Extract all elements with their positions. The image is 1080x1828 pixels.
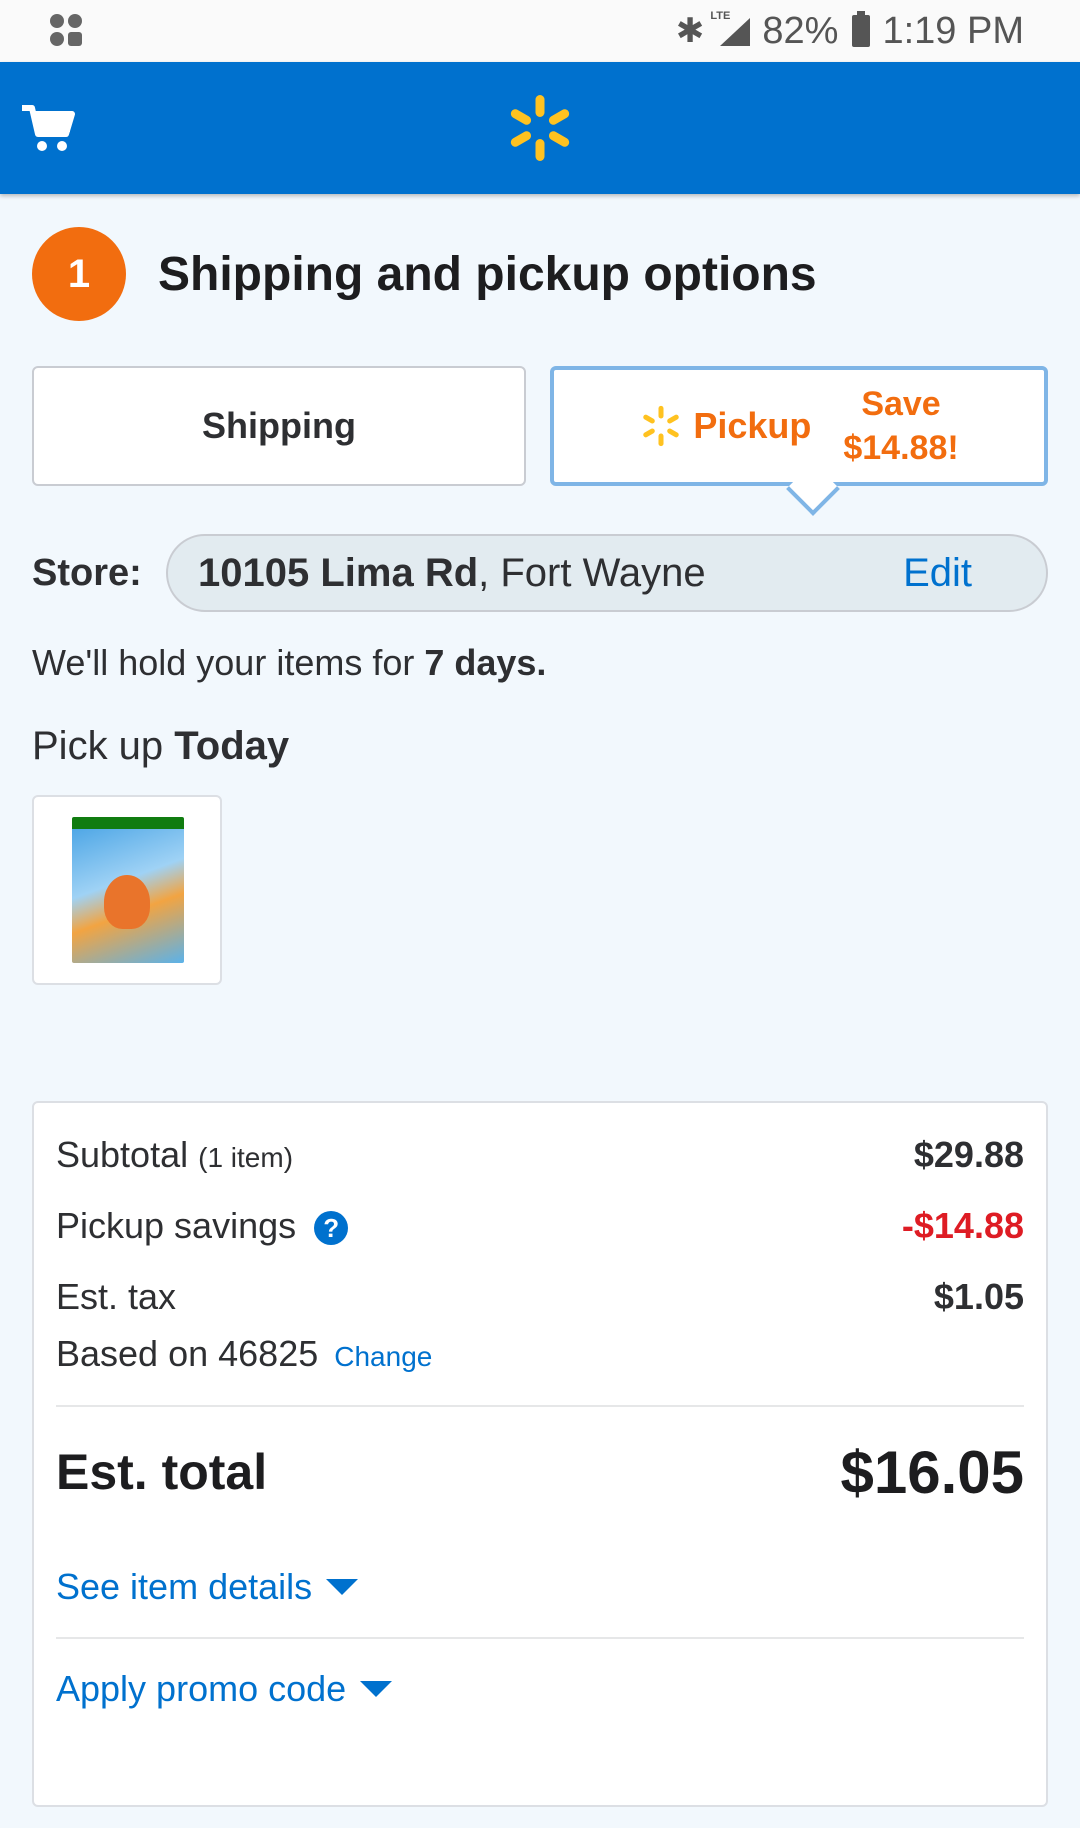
- pickup-option-button[interactable]: Pickup Save $14.88!: [550, 366, 1048, 486]
- shipping-option-button[interactable]: Shipping: [32, 366, 526, 486]
- store-city: , Fort Wayne: [478, 550, 706, 595]
- help-icon[interactable]: ?: [314, 1211, 349, 1246]
- savings-label: Pickup savings: [56, 1205, 297, 1246]
- caret-down-icon: [326, 1579, 359, 1595]
- subtotal-row: Subtotal (1 item) $29.88: [56, 1125, 1024, 1185]
- subtotal-label: Subtotal: [56, 1134, 189, 1175]
- lte-indicator: LTE: [710, 10, 731, 22]
- signal-icon: LTE: [710, 10, 751, 46]
- tax-zip: Based on 46825: [56, 1333, 319, 1374]
- fulfillment-options: Shipping Pickup Save $14.88!: [32, 366, 1048, 486]
- store-label: Store:: [32, 551, 142, 594]
- step-number-badge: 1: [32, 227, 126, 321]
- product-thumbnail[interactable]: [32, 795, 222, 985]
- spark-icon: [643, 405, 680, 447]
- item-details-toggle[interactable]: See item details: [56, 1537, 1024, 1637]
- hold-prefix: We'll hold your items for: [32, 642, 425, 683]
- change-zip-link[interactable]: Change: [334, 1341, 432, 1372]
- savings-value: -$14.88: [901, 1205, 1024, 1246]
- save-line-2: $14.88!: [843, 429, 959, 467]
- shipping-option-label: Shipping: [202, 405, 356, 446]
- cart-icon[interactable]: [20, 100, 76, 156]
- walmart-spark-icon[interactable]: [505, 93, 575, 163]
- store-row: Store: 10105 Lima Rd , Fort Wayne Edit: [32, 534, 1048, 612]
- tax-row: Est. tax $1.05: [56, 1267, 1024, 1327]
- pickup-when-prefix: Pick up: [32, 724, 175, 768]
- savings-row: Pickup savings ? -$14.88: [56, 1196, 1024, 1256]
- battery-icon: [852, 11, 871, 47]
- hold-days: 7 days.: [424, 642, 547, 683]
- item-details-label: See item details: [56, 1566, 313, 1607]
- pickup-savings-callout: Save $14.88!: [843, 382, 958, 470]
- order-summary: Subtotal (1 item) $29.88 Pickup savings …: [32, 1101, 1048, 1807]
- step-header: 1 Shipping and pickup options: [32, 227, 1048, 321]
- store-address: 10105 Lima Rd: [198, 550, 479, 595]
- checkout-content: 1 Shipping and pickup options Shipping P…: [0, 227, 1080, 1807]
- tax-label: Est. tax: [56, 1276, 177, 1317]
- pickup-option-label: Pickup: [693, 405, 812, 446]
- caret-down-icon: [360, 1681, 393, 1697]
- bluetooth-icon: ✱: [675, 12, 705, 50]
- clock: 1:19 PM: [882, 9, 1024, 52]
- store-selector[interactable]: 10105 Lima Rd , Fort Wayne Edit: [166, 534, 1048, 612]
- pickup-when: Pick up Today: [32, 724, 1048, 769]
- box-art-character: [104, 875, 150, 929]
- tax-basis: Based on 46825 Change: [56, 1333, 1024, 1375]
- total-label: Est. total: [56, 1444, 268, 1500]
- step-title: Shipping and pickup options: [158, 247, 817, 301]
- total-row: Est. total $16.05: [56, 1407, 1024, 1537]
- subtotal-value: $29.88: [913, 1134, 1024, 1175]
- app-header: [0, 62, 1080, 194]
- notification-icon: [50, 14, 86, 50]
- total-value: $16.05: [840, 1438, 1024, 1506]
- battery-percent: 82%: [762, 9, 839, 52]
- save-line-1: Save: [861, 385, 941, 423]
- pickup-when-day: Today: [174, 724, 290, 768]
- tax-value: $1.05: [933, 1276, 1024, 1317]
- status-bar: ✱ LTE 82% 1:19 PM: [0, 0, 1080, 62]
- promo-code-label: Apply promo code: [56, 1668, 347, 1709]
- promo-code-toggle[interactable]: Apply promo code: [56, 1639, 1024, 1739]
- game-box-art: [72, 817, 184, 963]
- subtotal-count: (1 item): [198, 1142, 294, 1173]
- edit-store-link[interactable]: Edit: [903, 551, 972, 596]
- hold-notice: We'll hold your items for 7 days.: [32, 642, 1048, 684]
